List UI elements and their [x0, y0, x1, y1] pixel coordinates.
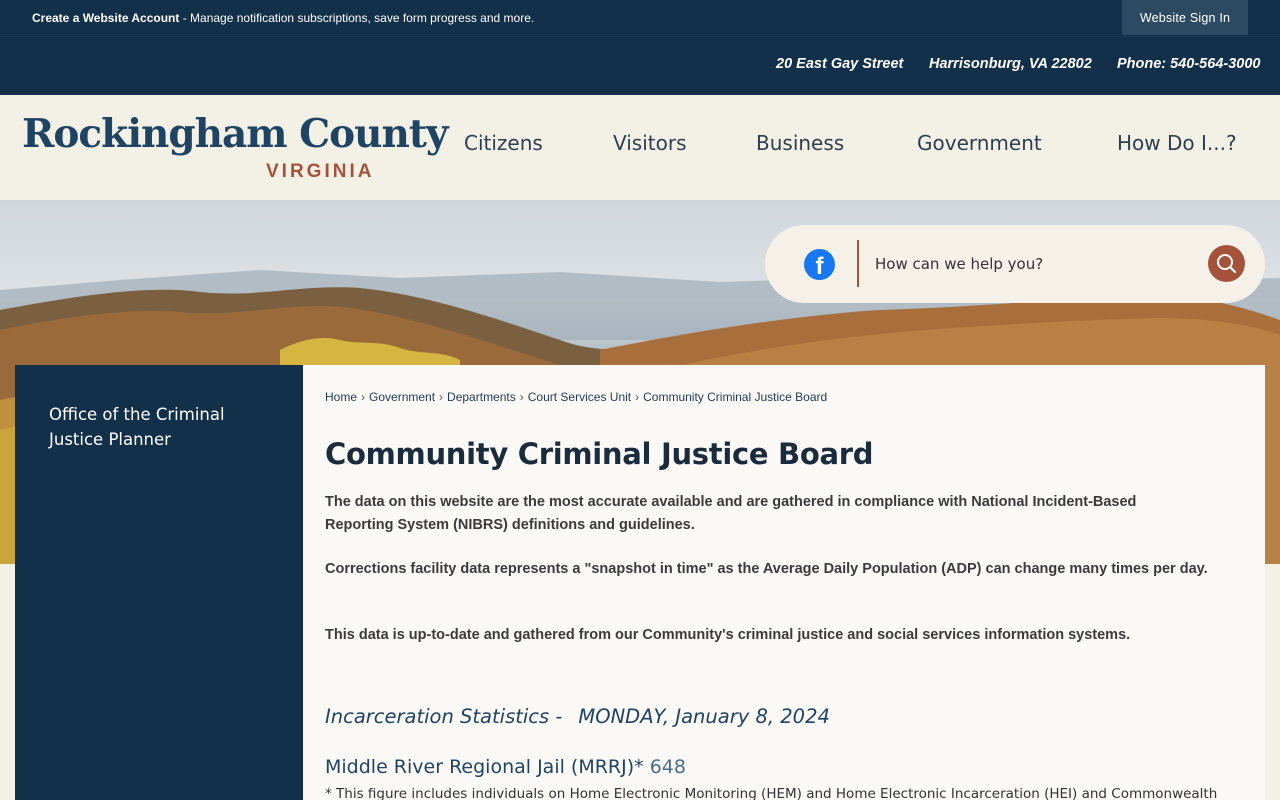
- address-city[interactable]: Harrisonburg, VA 22802: [929, 56, 1092, 72]
- nav-how-do-i[interactable]: How Do I...?: [1117, 131, 1237, 155]
- facebook-icon[interactable]: f: [804, 249, 835, 280]
- sidebar-item-criminal-justice-planner[interactable]: Office of the Criminal Justice Planner: [49, 402, 249, 452]
- create-account-label[interactable]: Create a Website Account: [32, 11, 179, 25]
- main-content: Home › Government › Departments › Court Servic…: [303, 365, 1265, 800]
- breadcrumb-government[interactable]: Government: [369, 390, 435, 404]
- intro-paragraph-nibrs: The data on this website are the most ac…: [325, 494, 1137, 533]
- search-input[interactable]: [869, 249, 1199, 279]
- magnifier-icon: [1217, 254, 1237, 274]
- intro-paragraph-snapshot: Corrections facility data represents a "…: [325, 561, 1208, 577]
- nav-citizens[interactable]: Citizens: [464, 131, 543, 155]
- stats-label: Incarceration Statistics -: [325, 705, 563, 728]
- phone-number[interactable]: Phone: 540-564-3000: [1117, 56, 1260, 72]
- nav-visitors[interactable]: Visitors: [613, 131, 687, 155]
- breadcrumb-departments[interactable]: Departments: [447, 390, 516, 404]
- search-divider: [857, 240, 859, 287]
- facility-count: 648: [649, 756, 686, 778]
- facility-name: Middle River Regional Jail (MRRJ)*: [325, 756, 644, 778]
- contact-bar: 20 East Gay Street Harrisonburg, VA 2280…: [0, 36, 1280, 95]
- logo-title[interactable]: Rockingham County: [22, 111, 449, 157]
- breadcrumb: Home › Government › Departments › Court Servic…: [325, 390, 828, 404]
- sign-in-button[interactable]: Website Sign In: [1122, 0, 1248, 35]
- incarceration-stats-heading: Incarceration Statistics - MONDAY, Januar…: [325, 705, 830, 728]
- site-header: Rockingham County VIRGINIA Citizens Visi…: [0, 95, 1280, 195]
- top-utility-bar: Create a Website Account - Manage notifi…: [0, 0, 1280, 36]
- breadcrumb-current[interactable]: Community Criminal Justice Board: [643, 390, 827, 404]
- search-button[interactable]: [1208, 245, 1245, 282]
- search-bar: f: [765, 225, 1265, 303]
- sidebar: Office of the Criminal Justice Planner: [15, 365, 303, 800]
- create-account-description: - Manage notification subscriptions, sav…: [179, 11, 535, 25]
- logo-subtitle[interactable]: VIRGINIA: [266, 161, 374, 183]
- facility-footnote: * This figure includes individuals on Ho…: [325, 786, 1218, 800]
- create-account-link[interactable]: Create a Website Account - Manage notifi…: [32, 11, 534, 25]
- nav-government[interactable]: Government: [917, 131, 1042, 155]
- breadcrumb-home[interactable]: Home: [325, 390, 357, 404]
- breadcrumb-court-services[interactable]: Court Services Unit: [528, 390, 631, 404]
- page-title: Community Criminal Justice Board: [325, 437, 874, 471]
- stats-date: MONDAY, January 8, 2024: [578, 705, 830, 728]
- facility-heading: Middle River Regional Jail (MRRJ)* 648: [325, 756, 686, 778]
- intro-paragraph-uptodate: This data is up-to-date and gathered fro…: [325, 627, 1131, 643]
- address-street[interactable]: 20 East Gay Street: [776, 56, 903, 72]
- nav-business[interactable]: Business: [756, 131, 844, 155]
